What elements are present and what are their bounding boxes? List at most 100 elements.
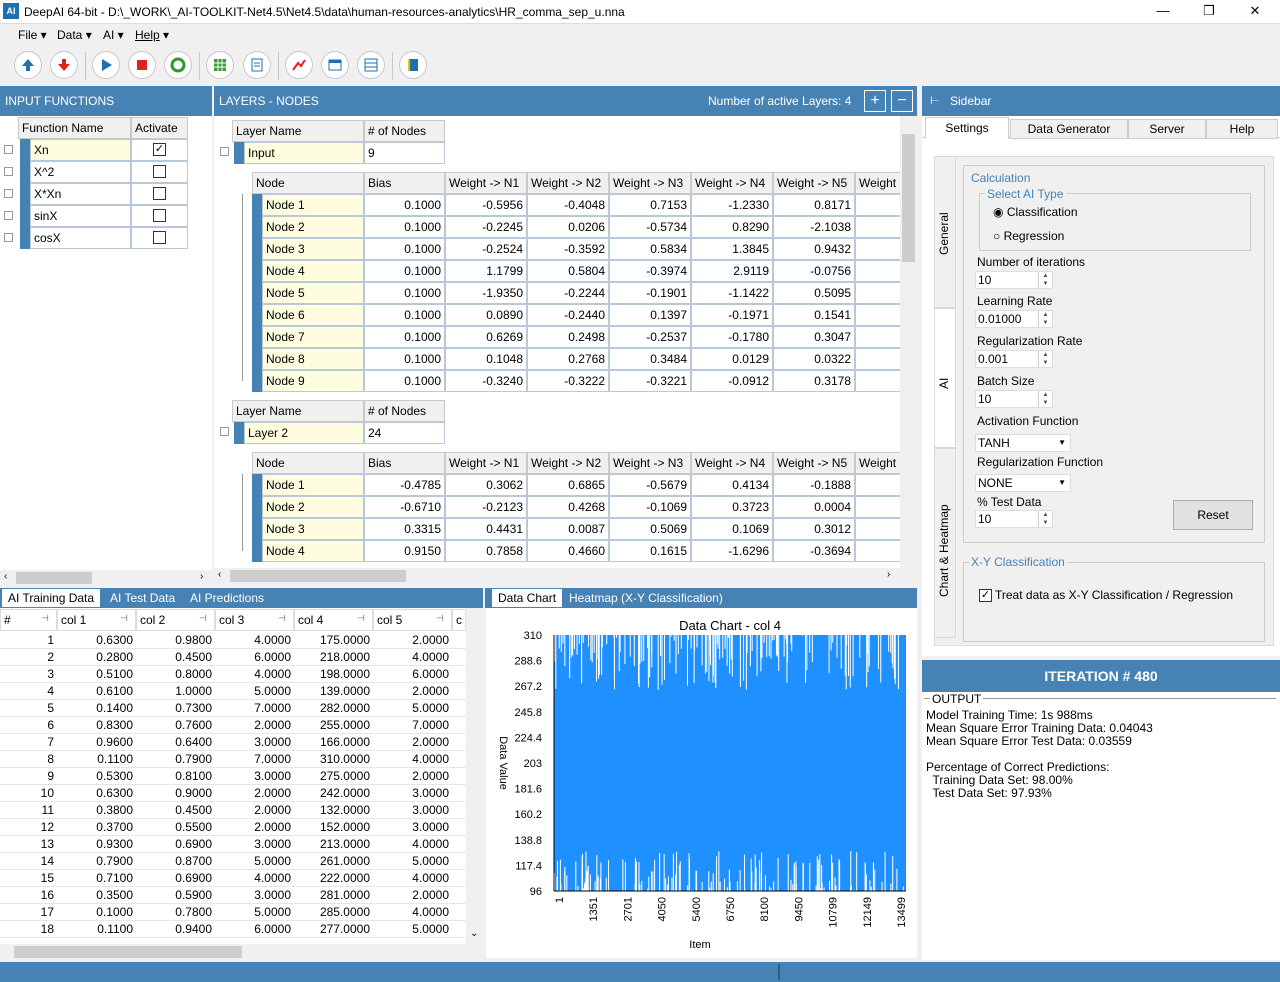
node-value[interactable]: 0.1000 [364,348,445,370]
node-value[interactable]: -0.5679 [609,474,691,496]
pin-icon[interactable]: ⊣ [199,613,207,624]
scroll-thumb[interactable] [902,134,915,262]
node-value[interactable]: 0.0129 [691,348,773,370]
chart-icon[interactable] [285,51,313,79]
vtab-ai[interactable]: AI [934,308,956,448]
node-value[interactable]: 0.0206 [527,216,609,238]
pin-icon[interactable]: ⊣ [120,613,128,624]
reset-button[interactable]: Reset [1173,500,1253,530]
node-value[interactable]: 0.1000 [364,216,445,238]
node-value[interactable]: 0.3178 [773,370,855,392]
node-value[interactable]: 0.1615 [609,540,691,562]
node-value[interactable]: -0.2440 [527,304,609,326]
menu-ai[interactable]: AI ▾ [103,28,124,42]
scroll-right-icon[interactable]: › [200,571,203,582]
node-value[interactable]: -0.2245 [445,216,527,238]
node-value[interactable]: -0.2537 [609,326,691,348]
report-icon[interactable] [243,51,271,79]
node-value[interactable]: 0.1048 [445,348,527,370]
node-value[interactable]: -0.4785 [364,474,445,496]
batch-size-input[interactable]: 10 ▲ ▼ [975,390,1053,408]
node-value[interactable]: - [855,326,900,348]
node-value[interactable]: 0.1000 [364,260,445,282]
node-value[interactable]: -0.2244 [527,282,609,304]
tab-settings[interactable]: Settings [925,117,1009,139]
node-value[interactable]: -0.6710 [364,496,445,518]
node-value[interactable]: 0.0322 [773,348,855,370]
node-value[interactable]: 0.2768 [527,348,609,370]
node-value[interactable]: 0.1541 [773,304,855,326]
help-book-icon[interactable] [399,51,427,79]
maximize-icon[interactable]: ❐ [1186,0,1232,24]
layers-vscroll[interactable] [900,116,917,568]
training-hscroll[interactable] [0,944,483,960]
training-vscroll[interactable]: ⌄ [466,608,483,944]
node-value[interactable]: -2.1038 [773,216,855,238]
table-icon[interactable] [357,51,385,79]
scroll-left-icon[interactable]: ‹ [4,571,7,582]
node-value[interactable]: 0.1000 [364,304,445,326]
radio-classification[interactable]: ◉ Classification [993,205,1078,219]
node-value[interactable]: -0.2524 [445,238,527,260]
node-value[interactable]: 1.3845 [691,238,773,260]
learning-rate-input[interactable]: 0.01000 ▲ ▼ [975,310,1053,328]
node-value[interactable]: 0.1069 [691,518,773,540]
node-value[interactable]: 0.1000 [364,238,445,260]
expand-icon[interactable] [4,233,13,242]
scroll-left-icon[interactable]: ‹ [218,569,221,580]
node-value[interactable]: -1.9350 [445,282,527,304]
expand-icon[interactable] [4,189,13,198]
node-value[interactable]: -0.1069 [609,496,691,518]
node-value[interactable]: -0.3240 [445,370,527,392]
expand-icon[interactable] [4,211,13,220]
add-layer-button[interactable]: + [864,90,886,112]
menu-data[interactable]: Data ▾ [57,28,92,42]
node-value[interactable]: 0.4431 [445,518,527,540]
minimize-icon[interactable]: — [1140,0,1186,24]
refresh-icon[interactable] [164,51,192,79]
xy-checkbox[interactable]: ✓ [979,589,992,602]
upload-icon[interactable] [14,51,42,79]
node-value[interactable]: 0.1000 [364,194,445,216]
node-value[interactable]: 0.1397 [609,304,691,326]
node-value[interactable]: 0.4134 [691,474,773,496]
tab-data-chart[interactable]: Data Chart [492,589,563,607]
scroll-thumb[interactable] [16,572,92,584]
reg-function-select[interactable]: NONE ▼ [975,474,1071,492]
node-value[interactable]: 0.0890 [445,304,527,326]
download-icon[interactable] [50,51,78,79]
node-value[interactable]: -0.3694 [773,540,855,562]
node-value[interactable]: -0.5956 [445,194,527,216]
input-functions-hscroll[interactable]: ‹ › [0,570,212,586]
node-value[interactable]: -0.0756 [773,260,855,282]
node-value[interactable]: -0.3592 [527,238,609,260]
node-value[interactable]: 0.5804 [527,260,609,282]
node-value[interactable]: -0.1888 [773,474,855,496]
layer-node-count[interactable]: 24 [364,422,445,444]
node-value[interactable]: 0.1000 [364,326,445,348]
node-value[interactable]: -1.1422 [691,282,773,304]
layers-hscroll[interactable]: ‹ › [214,568,917,584]
node-value[interactable]: - [855,474,900,496]
node-value[interactable]: -1.6296 [691,540,773,562]
expand-icon[interactable] [4,145,13,154]
tab-test-data[interactable]: AI Test Data [104,589,182,607]
node-value[interactable]: 0.3062 [445,474,527,496]
node-value[interactable]: 0.3484 [609,348,691,370]
node-value[interactable]: -0.1971 [691,304,773,326]
node-value[interactable]: -0.5734 [609,216,691,238]
pin-icon[interactable]: ⊢ [930,86,940,116]
layer-node-count[interactable]: 9 [364,142,445,164]
node-value[interactable]: - [855,304,900,326]
window-icon[interactable] [321,51,349,79]
close-icon[interactable]: ✕ [1232,0,1278,24]
vtab-chart-heatmap[interactable]: Chart & Heatmap [934,448,956,638]
collapse-icon[interactable] [220,147,229,156]
node-value[interactable]: - [855,518,900,540]
node-value[interactable]: 0.5834 [609,238,691,260]
menu-file[interactable]: File ▾ [18,28,47,42]
tab-heatmap[interactable]: Heatmap (X-Y Classification) [563,589,729,607]
node-value[interactable]: -1.2330 [691,194,773,216]
activate-checkbox[interactable] [153,231,166,244]
node-value[interactable]: 0.4660 [527,540,609,562]
